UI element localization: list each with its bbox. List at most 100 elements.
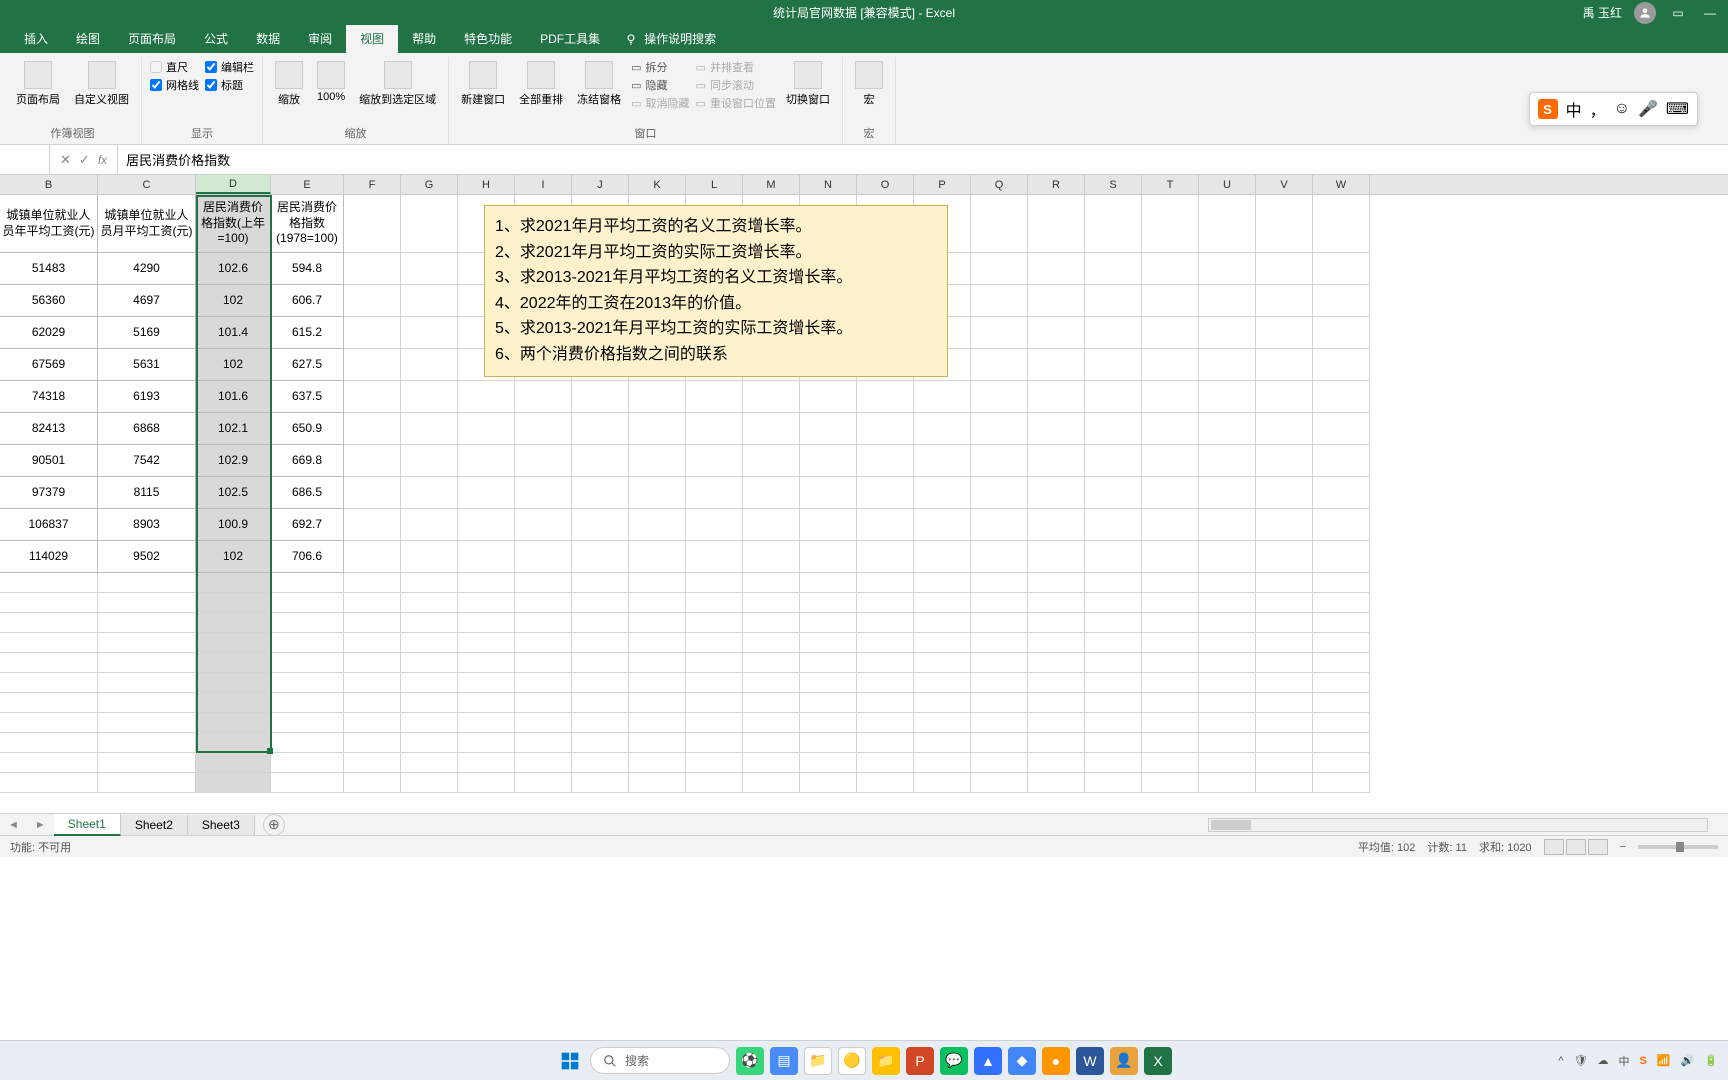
zoom-button[interactable]: 缩放 <box>271 59 307 109</box>
cell[interactable] <box>971 317 1028 349</box>
taskbar-app-4-icon[interactable]: ◆ <box>1008 1047 1036 1075</box>
cell[interactable]: 686.5 <box>271 477 344 509</box>
cell[interactable] <box>271 673 344 693</box>
cell[interactable] <box>196 773 271 793</box>
cell[interactable] <box>515 573 572 593</box>
cell[interactable] <box>1256 753 1313 773</box>
cell[interactable] <box>515 413 572 445</box>
cell[interactable] <box>971 753 1028 773</box>
cell[interactable] <box>401 317 458 349</box>
explorer-icon[interactable]: 📁 <box>804 1047 832 1075</box>
cell[interactable] <box>98 613 196 633</box>
cell[interactable] <box>800 773 857 793</box>
cell[interactable] <box>857 633 914 653</box>
cell[interactable] <box>1256 613 1313 633</box>
cell[interactable] <box>914 613 971 633</box>
cell[interactable] <box>515 633 572 653</box>
cell[interactable]: 74318 <box>0 381 98 413</box>
cell[interactable] <box>344 633 401 653</box>
tray-ime-icon[interactable]: 中 <box>1619 1053 1630 1069</box>
cell[interactable] <box>857 773 914 793</box>
chrome-icon[interactable]: 🟡 <box>838 1047 866 1075</box>
cell[interactable] <box>1199 285 1256 317</box>
cell[interactable] <box>458 381 515 413</box>
cell[interactable] <box>1199 349 1256 381</box>
cell[interactable] <box>458 753 515 773</box>
cell[interactable] <box>914 593 971 613</box>
cell[interactable] <box>800 633 857 653</box>
cancel-icon[interactable]: ✕ <box>60 152 71 168</box>
cell[interactable]: 706.6 <box>271 541 344 573</box>
cell[interactable] <box>629 653 686 673</box>
zoom-slider[interactable] <box>1638 845 1718 849</box>
cell[interactable]: 6193 <box>98 381 196 413</box>
cell[interactable] <box>572 773 629 793</box>
sheet-nav-prev-icon[interactable]: ◄ <box>0 819 27 831</box>
cell[interactable] <box>1256 573 1313 593</box>
cell[interactable] <box>1199 253 1256 285</box>
cell[interactable] <box>971 653 1028 673</box>
cell[interactable] <box>743 653 800 673</box>
cell[interactable] <box>629 445 686 477</box>
cell[interactable] <box>1142 593 1199 613</box>
cell[interactable] <box>1028 413 1085 445</box>
cell[interactable] <box>1199 753 1256 773</box>
cell[interactable] <box>401 381 458 413</box>
col-header-M[interactable]: M <box>743 175 800 194</box>
cell[interactable] <box>971 541 1028 573</box>
cell[interactable] <box>1199 613 1256 633</box>
cell[interactable] <box>572 573 629 593</box>
cell[interactable] <box>914 733 971 753</box>
cell[interactable] <box>344 253 401 285</box>
cell[interactable] <box>1313 633 1370 653</box>
cell[interactable] <box>1199 733 1256 753</box>
cell[interactable] <box>344 509 401 541</box>
cell[interactable] <box>971 693 1028 713</box>
cell[interactable] <box>857 413 914 445</box>
user-avatar-icon[interactable] <box>1634 2 1656 24</box>
cell[interactable] <box>1142 253 1199 285</box>
cell[interactable] <box>1028 753 1085 773</box>
formula-bar-checkbox[interactable]: 编辑栏 <box>205 59 254 75</box>
cell[interactable] <box>914 713 971 733</box>
cell[interactable] <box>271 693 344 713</box>
cell[interactable] <box>572 673 629 693</box>
col-header-S[interactable]: S <box>1085 175 1142 194</box>
cell[interactable] <box>196 613 271 633</box>
cell[interactable] <box>857 541 914 573</box>
cell[interactable] <box>572 509 629 541</box>
cell[interactable] <box>515 541 572 573</box>
cell[interactable] <box>686 753 743 773</box>
cell[interactable] <box>572 693 629 713</box>
cell[interactable] <box>1313 317 1370 349</box>
cell[interactable] <box>743 713 800 733</box>
cell[interactable] <box>515 713 572 733</box>
cell[interactable] <box>1199 573 1256 593</box>
cell[interactable] <box>800 733 857 753</box>
cell[interactable] <box>401 653 458 673</box>
cell[interactable] <box>1028 733 1085 753</box>
taskbar-app-5-icon[interactable]: ● <box>1042 1047 1070 1075</box>
word-icon[interactable]: W <box>1076 1047 1104 1075</box>
cell[interactable] <box>1199 713 1256 733</box>
cell[interactable] <box>629 693 686 713</box>
cell[interactable] <box>401 633 458 653</box>
cell[interactable] <box>1313 613 1370 633</box>
cell[interactable] <box>686 413 743 445</box>
cell[interactable] <box>1142 613 1199 633</box>
col-header-F[interactable]: F <box>344 175 401 194</box>
cell[interactable] <box>515 381 572 413</box>
cell[interactable] <box>1085 653 1142 673</box>
cell[interactable] <box>914 573 971 593</box>
tab-insert[interactable]: 插入 <box>10 24 62 53</box>
cell[interactable] <box>971 445 1028 477</box>
cell[interactable] <box>1085 753 1142 773</box>
cell[interactable]: 5631 <box>98 349 196 381</box>
cell[interactable] <box>800 693 857 713</box>
cell[interactable] <box>0 753 98 773</box>
cell[interactable] <box>1256 253 1313 285</box>
cell[interactable] <box>515 653 572 673</box>
cell[interactable] <box>98 593 196 613</box>
cell[interactable] <box>1313 509 1370 541</box>
cell[interactable] <box>271 613 344 633</box>
